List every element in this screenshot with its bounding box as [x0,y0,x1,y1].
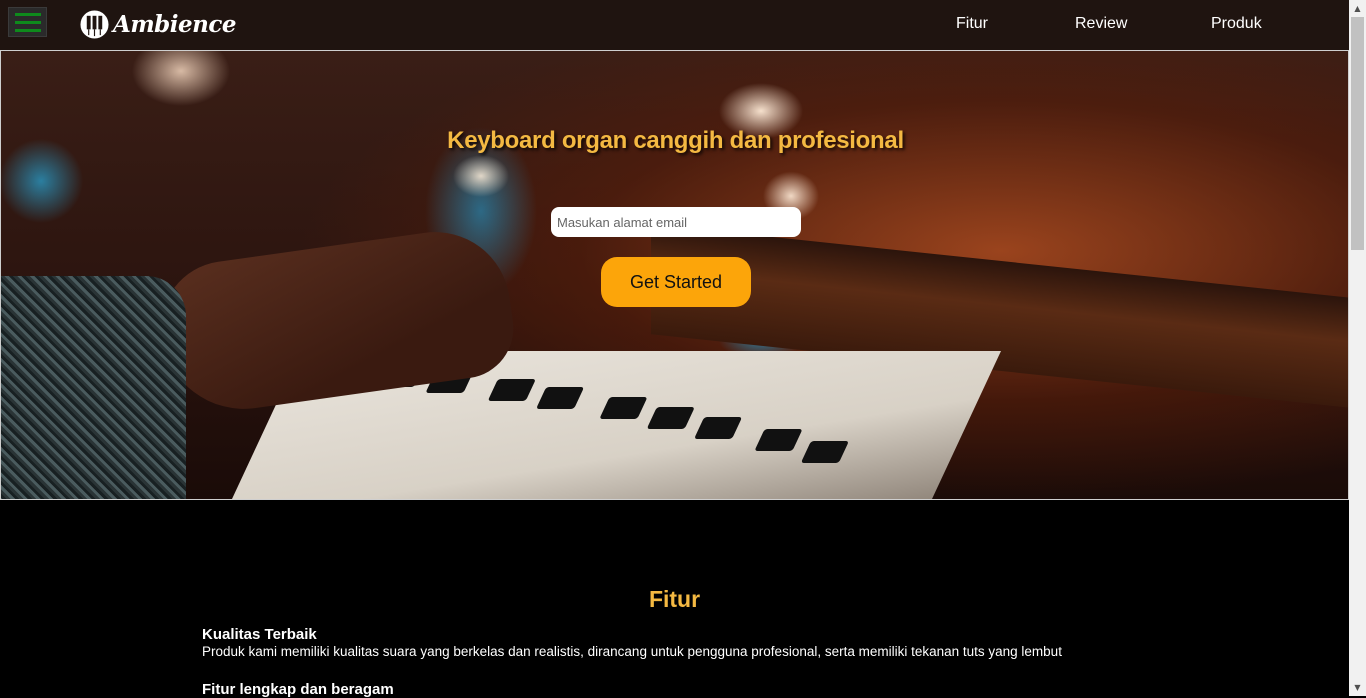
brand-logo[interactable]: Ambience [80,8,237,40]
scroll-down-icon[interactable]: ▼ [1349,679,1366,696]
nav-link-fitur[interactable]: Fitur [956,15,988,33]
get-started-button[interactable]: Get Started [601,257,751,307]
features-section: Fitur Kualitas Terbaik Produk kami memil… [0,500,1349,698]
hero-section: Keyboard organ canggih dan profesional G… [0,50,1349,500]
scrollbar-thumb[interactable] [1351,17,1364,250]
navbar: Ambience Fitur Review Produk [0,0,1349,50]
hero-image-sleeve [1,276,186,499]
brand-name: Ambience [113,10,237,38]
features-title: Fitur [648,586,701,612]
feature-description: Produk kami memiliki kualitas suara yang… [202,644,1062,659]
vertical-scrollbar[interactable]: ▲ ▼ [1349,0,1366,696]
email-input[interactable] [551,207,801,237]
feature-heading: Fitur lengkap dan beragam [202,681,394,698]
nav-link-review[interactable]: Review [1075,15,1127,33]
scroll-up-icon[interactable]: ▲ [1349,0,1366,17]
hamburger-icon[interactable] [8,7,47,37]
hero-title: Keyboard organ canggih dan profesional [447,127,904,154]
nav-link-produk[interactable]: Produk [1211,15,1262,33]
feature-heading: Kualitas Terbaik [202,626,317,643]
piano-keys-icon [80,9,109,39]
